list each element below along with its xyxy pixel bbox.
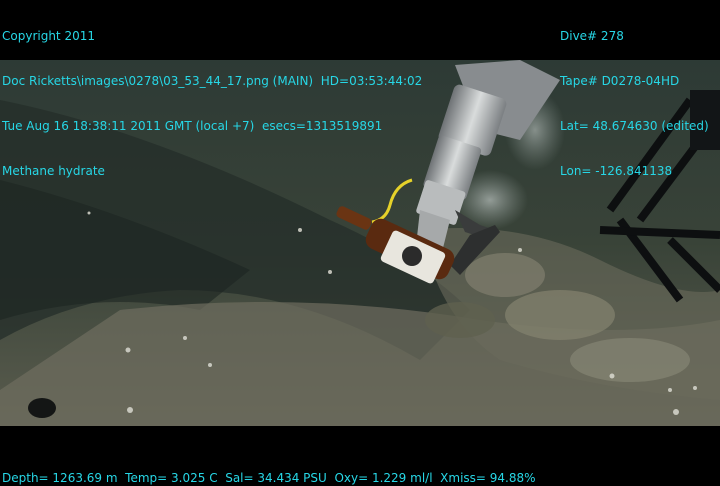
tape-number-text: Tape# D0278-04HD [560,74,680,88]
longitude-text: Lon= -126.841138 [560,164,673,178]
copyright-text: Copyright 2011 [2,29,95,43]
latitude-text: Lat= 48.674630 (edited) [560,119,709,133]
video-frame: Copyright 2011 Doc Ricketts\images\0278\… [0,0,720,486]
sensor-readout: Depth= 1263.69 m Temp= 3.025 C Sal= 34.4… [2,471,536,485]
overlay-top-right: Dive# 278 Tape# D0278-04HD Lat= 48.67463… [560,0,709,209]
timestamp-text: Tue Aug 16 18:38:11 2011 GMT (local +7) … [2,119,383,133]
caption-text: Methane hydrate [2,164,105,178]
image-path-text: Doc Ricketts\images\0278\03_53_44_17.png… [2,74,423,88]
dive-number-text: Dive# 278 [560,29,624,43]
overlay-top-left: Copyright 2011 Doc Ricketts\images\0278\… [2,0,422,209]
